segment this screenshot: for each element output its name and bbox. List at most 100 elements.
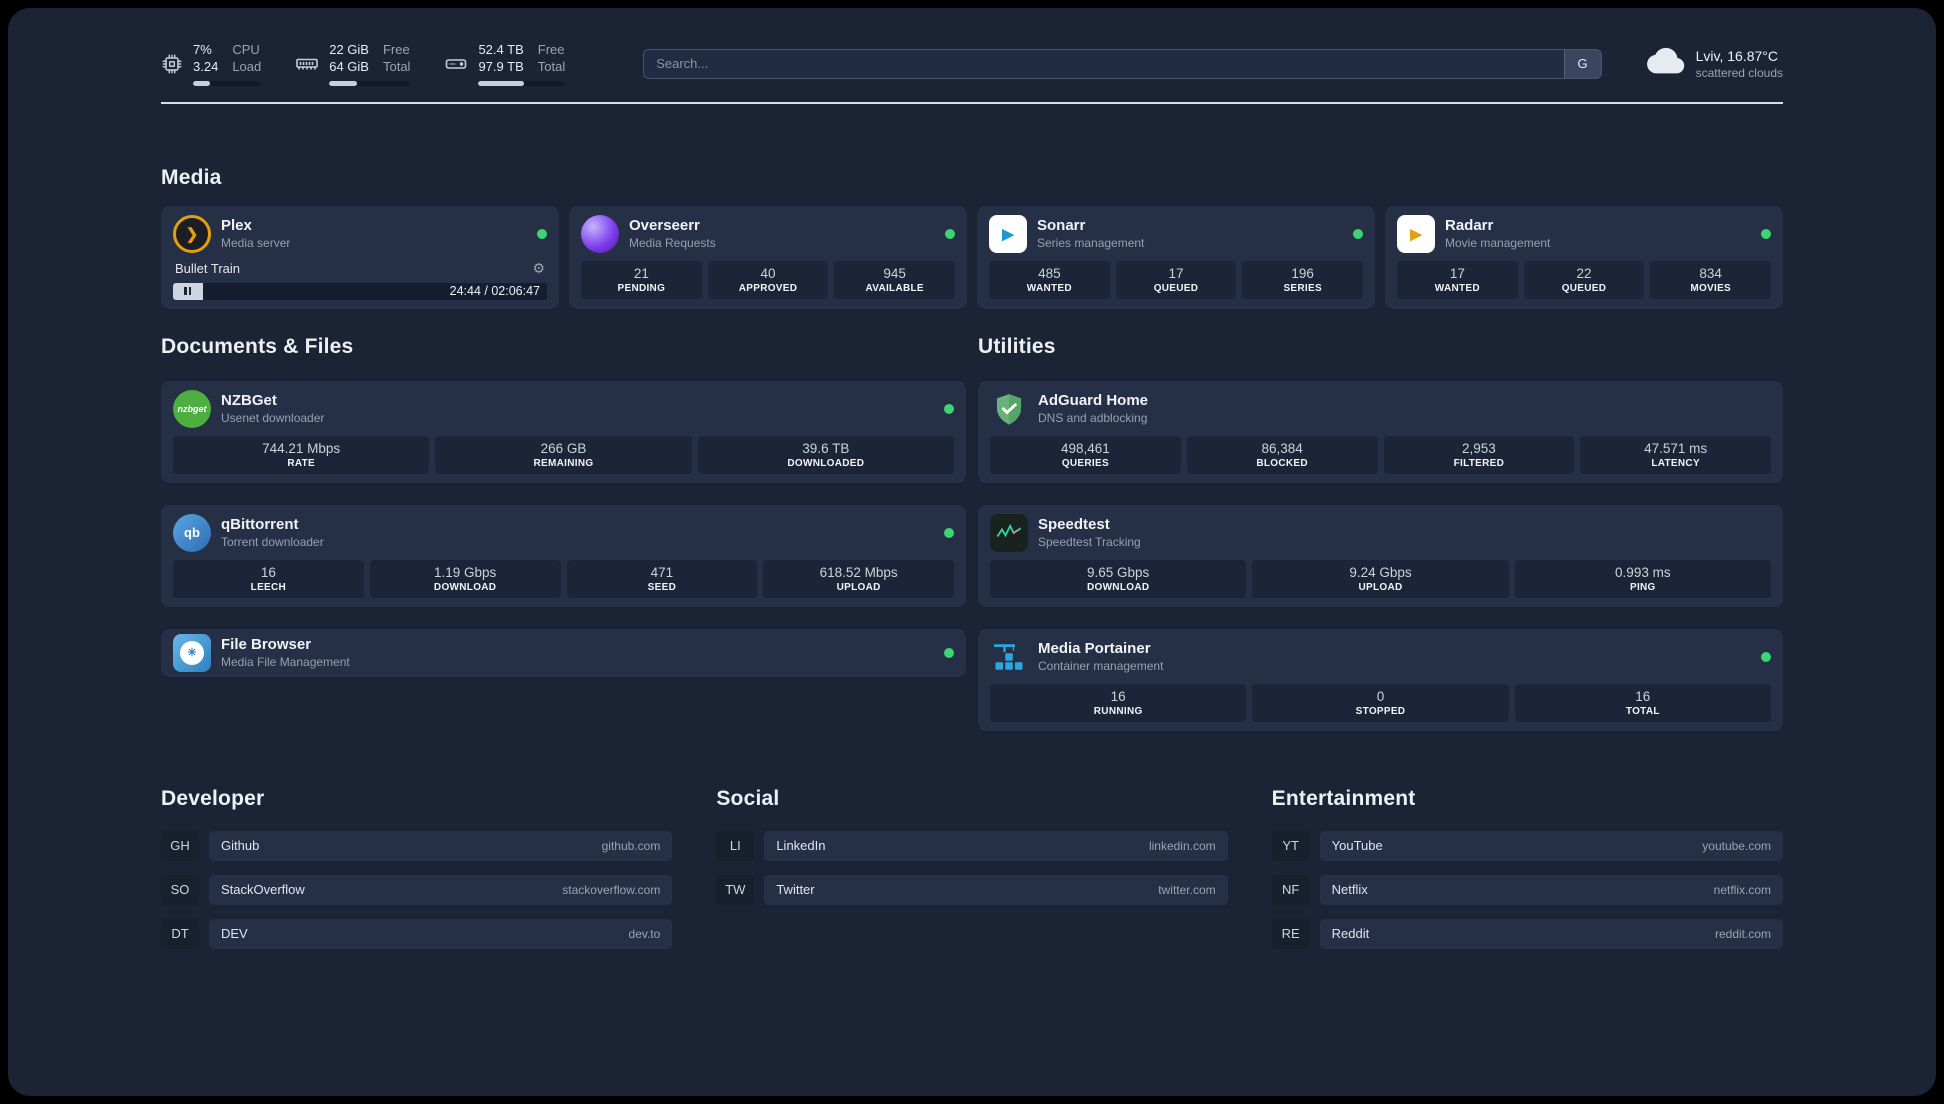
pause-button[interactable] (173, 282, 203, 300)
status-dot (944, 527, 954, 538)
memory-total-label: Total (382, 58, 411, 74)
service-name: AdGuard Home (1038, 392, 1149, 410)
developer-section-title: Developer (161, 786, 265, 810)
search-bar: G (643, 48, 1602, 79)
stat-upload: 618.52 Mbps UPLOAD (763, 559, 954, 598)
top-bar: 7% 3.24 CPU Load 22 GiB 64 GiB Free Tota… (161, 42, 1783, 86)
stat-queries: 498,461 QUERIES (990, 435, 1181, 474)
bookmark-dev[interactable]: DT DEV dev.to (161, 918, 673, 949)
status-dot (1761, 228, 1771, 239)
bookmark-linkedin[interactable]: LI LinkedIn linkedin.com (716, 830, 1228, 861)
stat-ping: 0.993 ms PING (1514, 559, 1771, 598)
bookmark-link[interactable]: StackOverflow stackoverflow.com (209, 874, 673, 905)
cpu-usage-value: 7% (193, 42, 212, 57)
service-card-filebrowser[interactable]: ✳ File Browser Media File Management (161, 628, 966, 677)
stat-queued: 17 QUEUED (1115, 260, 1237, 299)
bookmark-reddit[interactable]: RE Reddit reddit.com (1271, 918, 1783, 949)
service-card-sonarr[interactable]: ▶ Sonarr Series management 485 WANTED 17… (977, 205, 1375, 309)
service-card-nzbget[interactable]: nzbget NZBGet Usenet downloader 744.21 M… (161, 380, 966, 483)
service-name: File Browser (221, 636, 312, 654)
weather-location: Lviv, 16.87°C (1695, 47, 1778, 64)
bookmark-group-entertainment: Entertainment YT YouTube youtube.com NF … (1271, 787, 1783, 949)
service-subtitle: Media server (221, 236, 291, 251)
stat-download: 9.65 Gbps DOWNLOAD (990, 559, 1247, 598)
stat-filtered: 2,953 FILTERED (1383, 435, 1575, 474)
stat-blocked: 86,384 BLOCKED (1186, 435, 1378, 474)
stat-wanted: 485 WANTED (989, 260, 1110, 299)
bookmark-netflix[interactable]: NF Netflix netflix.com (1271, 874, 1783, 905)
plex-icon: ❯ (173, 214, 211, 253)
utilities-section-title: Utilities (978, 334, 1056, 358)
portainer-icon (990, 638, 1028, 676)
memory-total-value: 64 GiB (329, 58, 369, 74)
media-section-title: Media (161, 165, 222, 189)
weather-condition: scattered clouds (1695, 65, 1783, 80)
bookmark-link[interactable]: Github github.com (209, 830, 673, 861)
bookmark-link[interactable]: YouTube youtube.com (1319, 830, 1783, 861)
stat-available: 945 AVAILABLE (834, 260, 956, 299)
bookmark-stackoverflow[interactable]: SO StackOverflow stackoverflow.com (161, 874, 673, 905)
header-divider (161, 101, 1783, 104)
disk-bar-fill (478, 80, 525, 86)
stat-series: 196 SERIES (1242, 260, 1364, 299)
bookmark-link[interactable]: DEV dev.to (209, 918, 673, 949)
gear-icon[interactable]: ⚙ (532, 260, 545, 277)
disk-total-label: Total (537, 58, 566, 74)
bookmark-abbr: SO (161, 874, 199, 905)
service-subtitle: Media File Management (221, 655, 350, 670)
service-name: Sonarr (1037, 217, 1086, 235)
now-playing-widget: Bullet Train ⚙ 24:44 / 02:06:47 (173, 260, 547, 300)
disk-free-label: Free (537, 42, 565, 57)
service-name: Speedtest (1038, 516, 1110, 534)
bookmark-twitter[interactable]: TW Twitter twitter.com (716, 874, 1228, 905)
playback-progress-bar[interactable]: 24:44 / 02:06:47 (173, 282, 547, 300)
search-engine-button[interactable]: G (1563, 48, 1602, 79)
weather-widget: Lviv, 16.87°C scattered clouds (1646, 44, 1783, 83)
service-name: NZBGet (221, 392, 277, 410)
disk-icon (444, 52, 468, 76)
service-subtitle: Media Requests (629, 236, 716, 251)
bookmark-link[interactable]: LinkedIn linkedin.com (764, 830, 1228, 861)
service-card-plex[interactable]: ❯ Plex Media server Bullet Train ⚙ 24:44… (161, 205, 559, 309)
service-card-overseerr[interactable]: Overseerr Media Requests 21 PENDING 40 A… (569, 205, 967, 309)
cpu-load-value: 3.24 (193, 58, 219, 74)
bookmark-github[interactable]: GH Github github.com (161, 830, 673, 861)
service-card-adguard[interactable]: AdGuard Home DNS and adblocking 498,461 … (978, 380, 1783, 483)
sonarr-icon: ▶ (989, 214, 1027, 253)
service-subtitle: Movie management (1445, 236, 1551, 251)
disk-total-value: 97.9 TB (478, 58, 524, 74)
stat-approved: 40 APPROVED (707, 260, 829, 299)
service-card-portainer[interactable]: Media Portainer Container management 16 … (978, 628, 1783, 731)
stat-latency: 47.571 ms LATENCY (1580, 435, 1771, 474)
cpu-bar-fill (193, 80, 211, 86)
service-subtitle: Torrent downloader (221, 535, 324, 550)
service-card-qbittorrent[interactable]: qb qBittorrent Torrent downloader 16 LEE… (161, 504, 966, 607)
bookmark-group-social: Social LI LinkedIn linkedin.com TW Twitt… (716, 787, 1228, 905)
bookmark-link[interactable]: Twitter twitter.com (764, 874, 1228, 905)
stat-running: 16 RUNNING (990, 683, 1247, 722)
bookmark-link[interactable]: Reddit reddit.com (1319, 918, 1783, 949)
service-subtitle: Series management (1037, 236, 1145, 251)
dashboard: 7% 3.24 CPU Load 22 GiB 64 GiB Free Tota… (8, 8, 1936, 1096)
service-subtitle: Usenet downloader (221, 411, 325, 426)
load-label: Load (232, 58, 262, 74)
bookmark-link[interactable]: Netflix netflix.com (1319, 874, 1783, 905)
stat-seed: 471 SEED (566, 559, 758, 598)
bookmark-abbr: NF (1271, 874, 1310, 905)
stat-download: 1.19 Gbps DOWNLOAD (369, 559, 561, 598)
service-card-radarr[interactable]: ▶ Radarr Movie management 17 WANTED 22 Q… (1385, 205, 1783, 309)
search-input[interactable] (643, 48, 1564, 79)
status-dot (945, 228, 955, 239)
stat-rate: 744.21 Mbps RATE (173, 435, 430, 474)
overseerr-icon (581, 214, 619, 253)
bookmark-youtube[interactable]: YT YouTube youtube.com (1271, 830, 1783, 861)
stat-leech: 16 LEECH (173, 559, 364, 598)
cpu-icon (161, 53, 183, 75)
cpu-bar (193, 80, 262, 86)
status-dot (944, 647, 954, 658)
service-card-speedtest[interactable]: Speedtest Speedtest Tracking 9.65 Gbps D… (978, 504, 1783, 607)
stat-queued: 22 QUEUED (1523, 260, 1645, 299)
bookmark-abbr: LI (716, 830, 755, 861)
radarr-icon: ▶ (1397, 214, 1435, 253)
service-subtitle: Container management (1038, 659, 1164, 674)
